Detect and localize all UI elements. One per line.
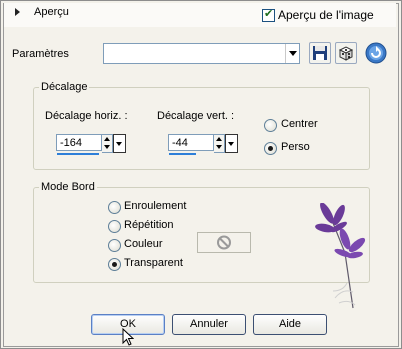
custom-radio-label[interactable]: Perso [281, 141, 310, 153]
center-radio-label[interactable]: Centrer [281, 118, 318, 130]
cancel-button[interactable]: Annuler [172, 314, 246, 335]
horizontal-offset-spinner[interactable]: -164 [56, 134, 126, 155]
horizontal-offset-stepper[interactable] [102, 134, 113, 153]
flower-decoration-image [315, 203, 366, 309]
center-radio[interactable] [264, 119, 277, 132]
reset-button[interactable] [365, 42, 387, 64]
wrap-radio[interactable] [108, 201, 121, 214]
presets-combobox[interactable] [103, 43, 300, 64]
horizontal-offset-dropdown[interactable] [113, 134, 126, 153]
vertical-offset-label: Décalage vert. : [157, 110, 235, 122]
repeat-radio-label[interactable]: Répétition [124, 219, 174, 231]
horizontal-offset-slider[interactable] [57, 153, 99, 155]
horizontal-offset-label: Décalage horiz. : [45, 110, 128, 122]
decrement-icon [216, 145, 222, 149]
presets-dropdown-button[interactable] [285, 44, 299, 63]
mouse-cursor-icon [122, 328, 134, 346]
increment-icon [104, 137, 110, 141]
help-button[interactable]: Aide [253, 314, 327, 335]
randomize-button[interactable] [335, 42, 357, 64]
transparent-radio[interactable] [108, 258, 121, 271]
wrap-radio-label[interactable]: Enroulement [124, 200, 186, 212]
preview-section-label: Aperçu [34, 6, 69, 18]
color-radio-label[interactable]: Couleur [124, 238, 163, 250]
preview-checkbox[interactable]: ✔ [262, 8, 275, 22]
transparent-radio-label[interactable]: Transparent [124, 257, 183, 269]
edge-color-swatch[interactable] [197, 232, 251, 253]
horizontal-offset-input[interactable]: -164 [56, 134, 102, 151]
vertical-offset-dropdown[interactable] [225, 134, 238, 153]
increment-icon [216, 137, 222, 141]
vertical-offset-slider[interactable] [169, 153, 196, 155]
decrement-icon [104, 145, 110, 149]
preview-checkbox-label[interactable]: Aperçu de l'image [278, 8, 374, 22]
offset-group: Décalage [33, 81, 370, 170]
vertical-offset-input[interactable]: -44 [168, 134, 214, 151]
vertical-offset-stepper[interactable] [214, 134, 225, 153]
color-radio[interactable] [108, 239, 121, 252]
expand-arrow-icon[interactable] [15, 8, 20, 16]
vertical-offset-spinner[interactable]: -44 [168, 134, 238, 155]
checkmark-icon: ✔ [264, 8, 274, 20]
repeat-radio[interactable] [108, 220, 121, 233]
edge-mode-group-title: Mode Bord [39, 181, 97, 193]
custom-radio[interactable] [264, 142, 277, 155]
dice-icon [338, 46, 354, 61]
presets-label: Paramètres [12, 48, 69, 60]
floppy-disk-icon [313, 46, 327, 60]
no-symbol-icon [217, 235, 231, 250]
save-preset-button[interactable] [309, 42, 331, 64]
offset-group-title: Décalage [39, 81, 90, 93]
reset-icon [365, 42, 387, 64]
